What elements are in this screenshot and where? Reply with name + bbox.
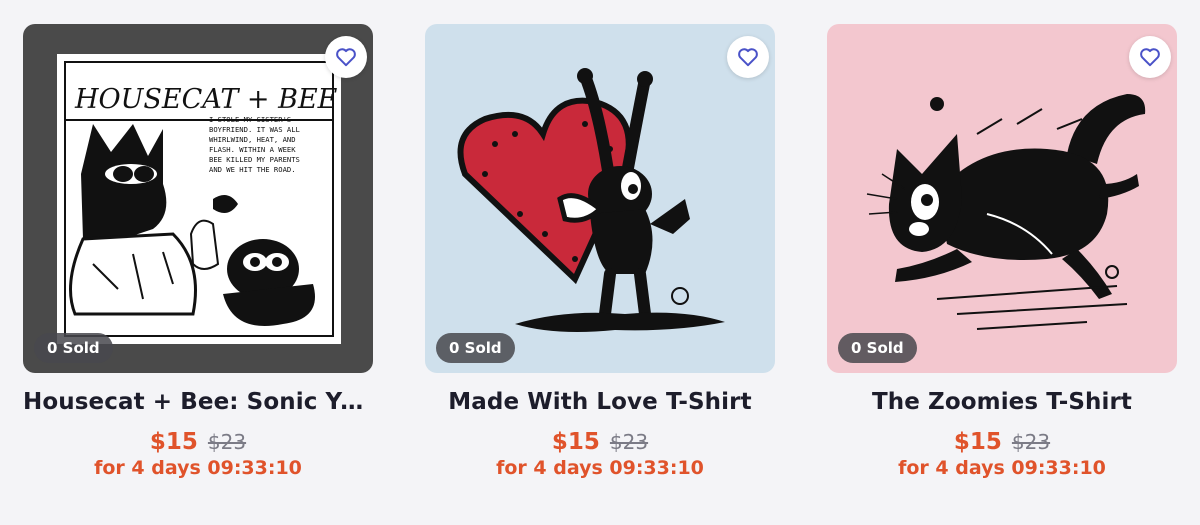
heart-icon: [1140, 48, 1160, 67]
original-price: $23: [609, 430, 649, 454]
sale-price: $15: [953, 429, 1002, 455]
sale-price: $15: [551, 429, 600, 455]
sold-badge: 0 Sold: [436, 333, 515, 363]
made-with-love-artwork: [457, 68, 725, 332]
price-row: $15 $23: [425, 429, 775, 455]
artwork-text-line: FLASH. WITHIN A WEEK: [209, 145, 296, 154]
heart-icon: [738, 48, 758, 67]
artwork-text-line: WHIRLWIND, HEAT, AND: [209, 135, 296, 144]
artwork-text-line: I STOLE MY SISTER'S: [209, 115, 291, 124]
sale-price: $15: [149, 429, 198, 455]
artwork-caption: HOUSECAT + BEE: [74, 84, 338, 115]
sold-badge: 0 Sold: [838, 333, 917, 363]
original-price: $23: [1011, 430, 1051, 454]
favorite-button[interactable]: [1129, 36, 1171, 78]
product-title[interactable]: The Zoomies T-Shirt: [827, 389, 1177, 415]
artwork-text-line: BEE KILLED MY PARENTS: [209, 155, 300, 164]
favorite-button[interactable]: [325, 36, 367, 78]
price-row: $15 $23: [23, 429, 373, 455]
product-card[interactable]: 0 Sold Made With Love T-Shirt $15 $23 fo…: [425, 24, 775, 479]
housecat-bee-artwork: HOUSECAT + BEE I STOLE MY SISTER'S BOYFR…: [57, 54, 341, 344]
product-image[interactable]: 0 Sold: [827, 24, 1177, 373]
zoomies-cat-artwork: [866, 94, 1146, 330]
product-title[interactable]: Made With Love T-Shirt: [425, 389, 775, 415]
sale-countdown: for 4 days 09:33:10: [898, 457, 1106, 479]
sale-countdown: for 4 days 09:33:10: [94, 457, 302, 479]
product-image[interactable]: HOUSECAT + BEE I STOLE MY SISTER'S BOYFR…: [23, 24, 373, 373]
product-title[interactable]: Housecat + Bee: Sonic You...: [23, 389, 373, 415]
artwork-text-line: AND WE HIT THE ROAD.: [209, 165, 296, 174]
original-price: $23: [207, 430, 247, 454]
heart-icon: [336, 48, 356, 67]
product-image[interactable]: 0 Sold: [425, 24, 775, 373]
product-card[interactable]: 0 Sold The Zoomies T-Shirt $15 $23 for 4…: [827, 24, 1177, 479]
product-grid: HOUSECAT + BEE I STOLE MY SISTER'S BOYFR…: [0, 0, 1200, 525]
favorite-button[interactable]: [727, 36, 769, 78]
sold-badge: 0 Sold: [34, 333, 113, 363]
price-row: $15 $23: [827, 429, 1177, 455]
sale-countdown: for 4 days 09:33:10: [496, 457, 704, 479]
product-card[interactable]: HOUSECAT + BEE I STOLE MY SISTER'S BOYFR…: [23, 24, 373, 479]
artwork-text-line: BOYFRIEND. IT WAS ALL: [209, 125, 300, 134]
